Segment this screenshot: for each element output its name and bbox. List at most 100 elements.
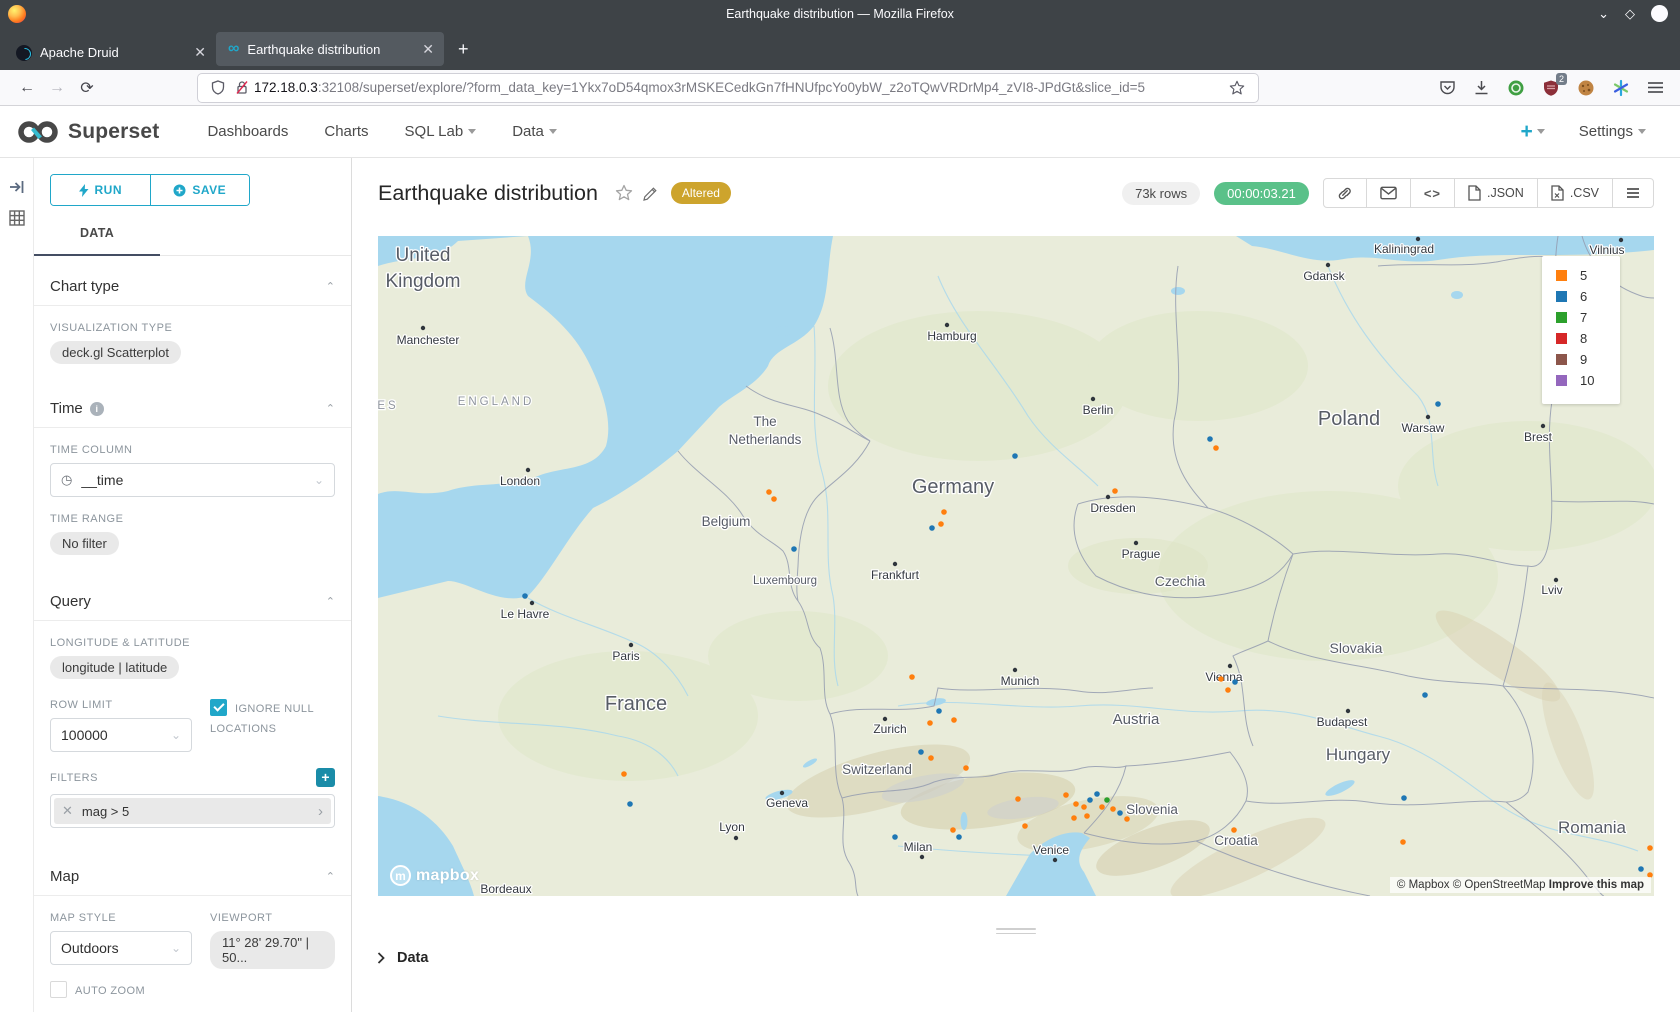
settings-menu[interactable]: Settings [1579, 123, 1646, 140]
earthquake-point[interactable] [928, 755, 934, 761]
tab-data[interactable]: DATA [34, 226, 160, 240]
attribution-improve-link[interactable]: Improve this map [1549, 879, 1644, 891]
cookie-icon[interactable] [1577, 79, 1595, 97]
pocket-icon[interactable] [1439, 79, 1456, 96]
earthquake-point[interactable] [956, 834, 962, 840]
add-filter-button[interactable]: + [316, 768, 335, 787]
panel-resize-handle[interactable] [996, 928, 1036, 937]
earthquake-point[interactable] [1071, 815, 1077, 821]
url-bar[interactable]: 172.18.0.3:32108/superset/explore/?form_… [198, 74, 1258, 102]
deckgl-map[interactable]: UnitedKingdomGermanyFrancePolandHungaryR… [378, 236, 1654, 896]
earthquake-point[interactable] [1435, 401, 1441, 407]
embed-code-button[interactable]: <> [1410, 179, 1454, 207]
earthquake-point[interactable] [1022, 823, 1028, 829]
earthquake-point[interactable] [1015, 796, 1021, 802]
earthquake-point[interactable] [621, 771, 627, 777]
chart-menu-button[interactable] [1612, 179, 1653, 207]
edit-pencil-icon[interactable] [643, 186, 658, 201]
nav-dashboards[interactable]: Dashboards [189, 123, 306, 140]
earthquake-point[interactable] [1207, 436, 1213, 442]
earthquake-point[interactable] [1073, 801, 1079, 807]
window-close-button[interactable]: ✕ [1651, 5, 1668, 22]
altered-badge[interactable]: Altered [671, 182, 731, 204]
earthquake-point[interactable] [1401, 795, 1407, 801]
tab-earthquake-distribution[interactable]: ∞ Earthquake distribution ✕ [216, 32, 444, 66]
collapse-panel-icon[interactable] [9, 180, 25, 194]
menu-hamburger-icon[interactable] [1647, 80, 1664, 95]
earthquake-point[interactable] [1084, 813, 1090, 819]
forward-button[interactable]: → [42, 79, 72, 97]
time-column-select[interactable]: ◷ __time ⌄ [50, 463, 335, 497]
section-chart-type[interactable]: Chart type⌃ [50, 256, 335, 305]
earthquake-point[interactable] [929, 525, 935, 531]
earthquake-point[interactable] [791, 546, 797, 552]
earthquake-point[interactable] [1112, 488, 1118, 494]
reload-button[interactable]: ⟳ [72, 78, 102, 98]
earthquake-point[interactable] [1422, 692, 1428, 698]
nav-charts[interactable]: Charts [306, 123, 386, 140]
chevron-right-icon[interactable]: › [318, 803, 323, 820]
filter-item[interactable]: ✕ mag > 5 › [54, 798, 331, 824]
earthquake-point[interactable] [938, 521, 944, 527]
extension-green-icon[interactable] [1507, 79, 1525, 97]
viz-type-value[interactable]: deck.gl Scatterplot [50, 341, 181, 364]
tab-apache-druid[interactable]: Apache Druid ✕ [4, 35, 216, 70]
earthquake-point[interactable] [1231, 827, 1237, 833]
earthquake-point[interactable] [892, 834, 898, 840]
earthquake-point[interactable] [918, 749, 924, 755]
save-button[interactable]: SAVE [150, 175, 250, 205]
downloads-icon[interactable] [1473, 79, 1490, 96]
auto-zoom-checkbox[interactable]: AUTO ZOOM [50, 981, 335, 1001]
earthquake-point[interactable] [1647, 845, 1653, 851]
row-limit-select[interactable]: 100000 ⌄ [50, 718, 192, 752]
earthquake-point[interactable] [1094, 791, 1100, 797]
earthquake-point[interactable] [1232, 679, 1238, 685]
remove-filter-icon[interactable]: ✕ [62, 803, 73, 819]
time-range-value[interactable]: No filter [50, 532, 119, 555]
tab-close-icon[interactable]: ✕ [422, 41, 434, 58]
section-time[interactable]: Timei⌃ [50, 378, 335, 427]
lonlat-value[interactable]: longitude | latitude [50, 656, 179, 679]
earthquake-point[interactable] [766, 489, 772, 495]
dataset-grid-icon[interactable] [9, 210, 25, 226]
export-json-button[interactable]: .JSON [1454, 179, 1537, 207]
new-tab-button[interactable]: + [458, 39, 469, 60]
map-style-select[interactable]: Outdoors ⌄ [50, 931, 192, 965]
insecure-lock-icon[interactable] [235, 80, 249, 95]
superset-logo[interactable]: Superset [16, 119, 159, 145]
earthquake-point[interactable] [1063, 792, 1069, 798]
mapbox-logo[interactable]: mapbox [390, 865, 479, 886]
extension-asterisk-icon[interactable] [1612, 79, 1630, 97]
earthquake-point[interactable] [950, 827, 956, 833]
earthquake-point[interactable] [951, 717, 957, 723]
earthquake-point[interactable] [927, 720, 933, 726]
window-maximize-button[interactable]: ◇ [1625, 7, 1635, 20]
viewport-value[interactable]: 11° 28' 29.70" | 50... [210, 931, 335, 969]
share-link-button[interactable] [1324, 179, 1366, 207]
attribution-osm-link[interactable]: © OpenStreetMap [1453, 879, 1546, 891]
earthquake-point[interactable] [936, 708, 942, 714]
earthquake-point[interactable] [909, 674, 915, 680]
ignore-null-checkbox[interactable]: IGNORE NULL LOCATIONS [210, 699, 335, 739]
checkbox-checked-icon[interactable] [210, 699, 227, 716]
new-item-button[interactable]: + [1521, 120, 1545, 144]
bookmark-star-icon[interactable] [1229, 80, 1245, 96]
url-text[interactable]: 172.18.0.3:32108/superset/explore/?form_… [254, 80, 1224, 95]
nav-sql-lab[interactable]: SQL Lab [387, 123, 495, 140]
earthquake-point[interactable] [771, 496, 777, 502]
earthquake-point[interactable] [627, 801, 633, 807]
earthquake-point[interactable] [1400, 839, 1406, 845]
earthquake-point[interactable] [1099, 804, 1105, 810]
earthquake-point[interactable] [1104, 797, 1110, 803]
earthquake-point[interactable] [1218, 676, 1224, 682]
earthquake-point[interactable] [1225, 687, 1231, 693]
favorite-star-icon[interactable] [615, 184, 633, 202]
earthquake-point[interactable] [1081, 804, 1087, 810]
earthquake-point[interactable] [941, 509, 947, 515]
extension-shield-icon[interactable]: 2 [1542, 79, 1560, 97]
permissions-shield-icon[interactable] [211, 80, 225, 95]
back-button[interactable]: ← [12, 79, 42, 97]
attribution-mapbox-link[interactable]: © Mapbox [1397, 879, 1450, 891]
earthquake-point[interactable] [1213, 445, 1219, 451]
run-button[interactable]: RUN [51, 175, 150, 205]
